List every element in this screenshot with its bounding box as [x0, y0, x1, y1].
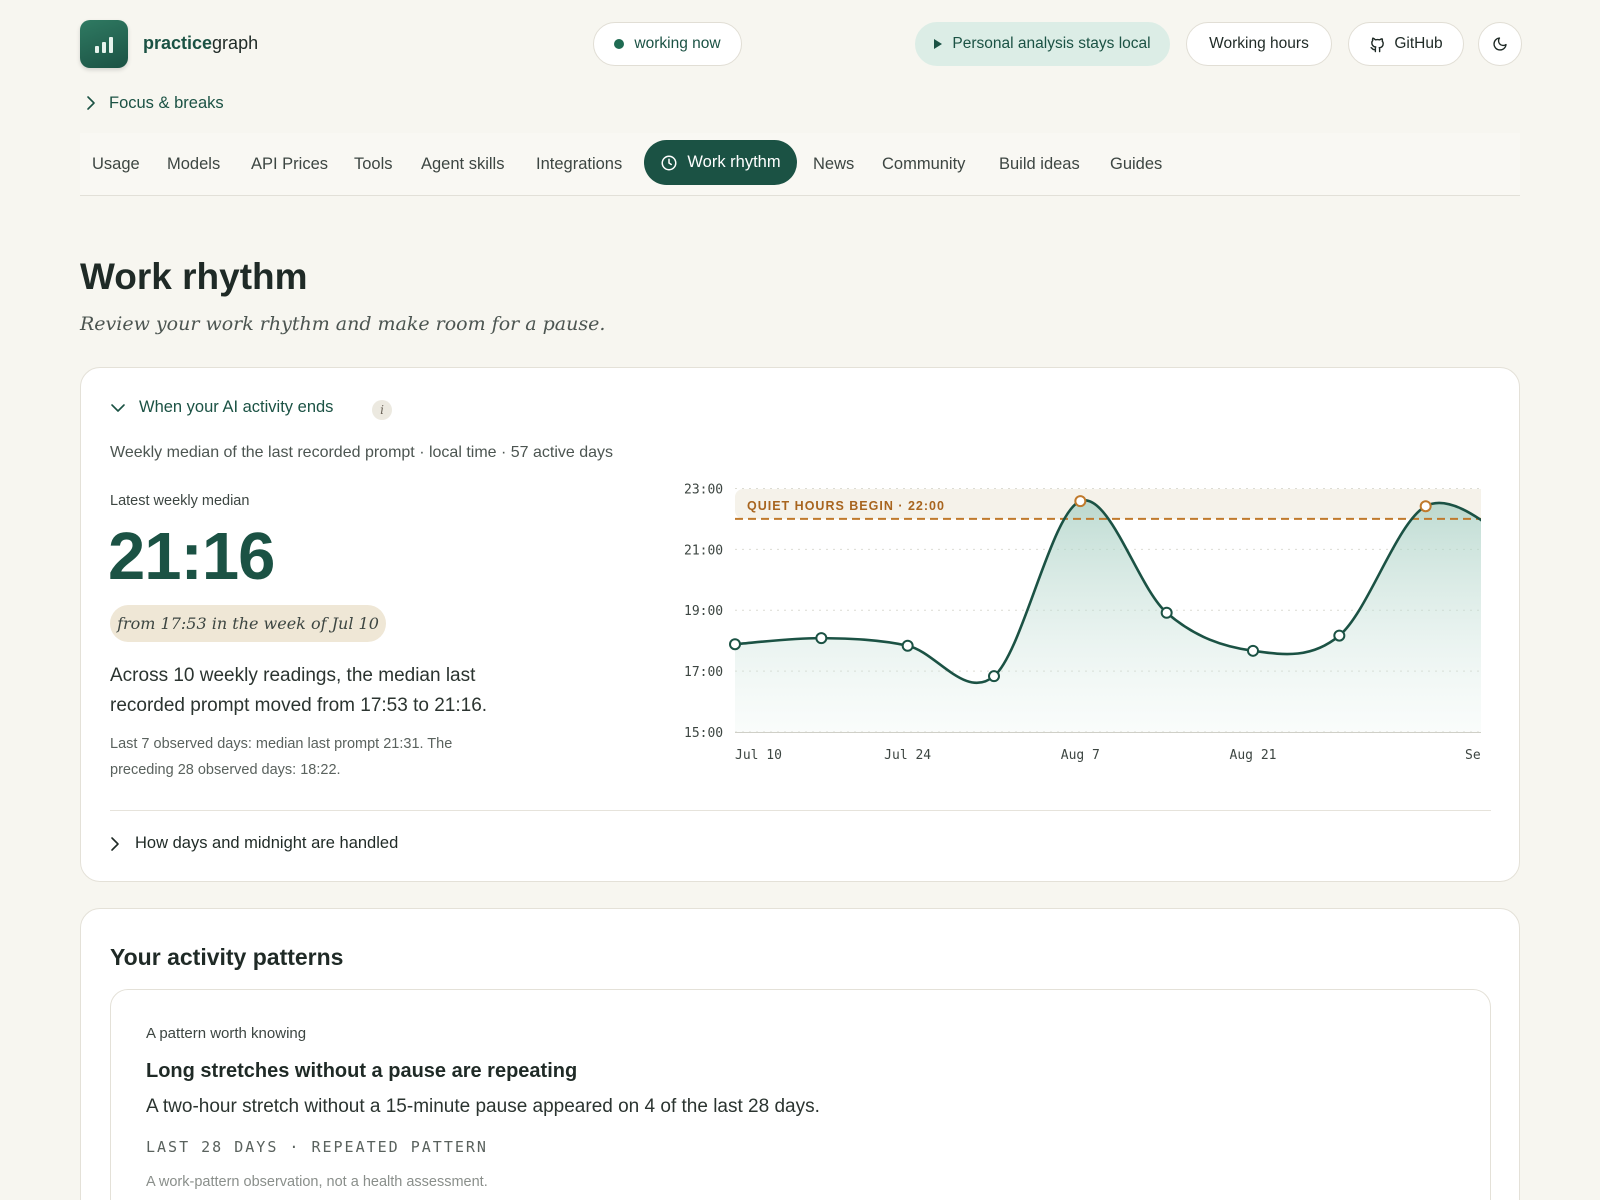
header: practicegraph working now Personal analy… — [80, 20, 1522, 68]
pattern-note: A work-pattern observation, not a health… — [146, 1174, 488, 1190]
github-button[interactable]: GitHub — [1348, 22, 1464, 66]
peak-data-point — [1419, 500, 1432, 513]
tab-integrations[interactable]: Integrations — [536, 155, 622, 174]
local-analysis-label: Personal analysis stays local — [952, 35, 1151, 52]
series-area — [735, 500, 1481, 732]
x-tick-label: Aug 7 — [1061, 748, 1100, 763]
x-tick-label: Jul 24 — [884, 748, 931, 763]
clock-icon — [661, 155, 677, 170]
data-point — [1160, 606, 1173, 619]
card-divider — [110, 810, 1491, 811]
pattern-item: A pattern worth knowing Long stretches w… — [110, 989, 1491, 1200]
pattern-meta: LAST 28 DAYS · REPEATED PATTERN — [146, 1138, 488, 1156]
pattern-heading: Long stretches without a pause are repea… — [146, 1060, 578, 1082]
tab-guides[interactable]: Guides — [1110, 155, 1162, 174]
y-tick-label: 21:00 — [684, 543, 723, 558]
activity-end-card: When your AI activity ends i Weekly medi… — [80, 367, 1520, 882]
main-nav: Usage Models API Prices Tools Agent skil… — [80, 133, 1520, 196]
tab-build-ideas[interactable]: Build ideas — [999, 155, 1080, 174]
activity-end-heading: When your AI activity ends — [139, 398, 334, 416]
data-point — [901, 639, 914, 652]
chevron-right-icon — [87, 96, 95, 110]
quiet-hours-label: QUIET HOURS BEGIN · 22:00 — [747, 499, 945, 513]
data-point — [1247, 644, 1259, 657]
x-tick-label: Jul 10 — [735, 748, 782, 763]
activity-end-chart: 15:00 17:00 19:00 21:00 23:00 QUIET HOURS BEG… — [684, 482, 1481, 763]
moon-icon — [1493, 37, 1507, 51]
y-tick-label: 23:00 — [684, 482, 723, 497]
status-dot-icon — [614, 39, 625, 49]
chevron-down-icon — [111, 403, 125, 412]
working-hours-label: Working hours — [1209, 35, 1309, 52]
status-label: working now — [634, 35, 721, 52]
pattern-body: A two-hour stretch without a 15-minute p… — [146, 1096, 820, 1117]
github-label: GitHub — [1394, 35, 1443, 52]
y-tick-label: 19:00 — [684, 604, 723, 619]
tab-tools[interactable]: Tools — [354, 155, 393, 174]
page-subtitle: Review your work rhythm and make room fo… — [80, 313, 606, 335]
peak-data-point — [1074, 495, 1087, 508]
data-point — [1333, 629, 1346, 642]
activity-end-toggle[interactable]: When your AI activity ends — [110, 398, 333, 417]
info-icon[interactable]: i — [372, 400, 392, 420]
breadcrumb-label: Focus & breaks — [109, 94, 224, 112]
page-title: Work rhythm — [80, 256, 308, 297]
median-summary: Across 10 weekly readings, the median la… — [110, 665, 488, 716]
activity-patterns-card: Your activity patterns A pattern worth k… — [80, 908, 1520, 1200]
github-icon — [1370, 36, 1385, 52]
bar-chart-logo-icon[interactable] — [80, 20, 128, 68]
x-tick-label: Aug 21 — [1230, 748, 1277, 763]
from-comparison-badge: from 17:53 in the week of Jul 10 — [110, 605, 386, 642]
y-tick-label: 17:00 — [684, 665, 723, 680]
data-point — [729, 638, 741, 651]
from-comparison-text: from 17:53 in the week of Jul 10 — [117, 614, 379, 633]
brand-name[interactable]: practicegraph — [143, 33, 258, 54]
latest-median-label: Latest weekly median — [110, 493, 250, 509]
tab-models[interactable]: Models — [167, 155, 220, 174]
tab-community[interactable]: Community — [882, 155, 965, 174]
play-icon — [934, 39, 943, 49]
y-tick-label: 15:00 — [684, 726, 723, 741]
observed-days-detail: Last 7 observed days: median last prompt… — [110, 736, 453, 778]
working-status-badge: working now — [593, 22, 742, 66]
theme-toggle-button[interactable] — [1478, 22, 1522, 66]
data-point — [988, 670, 1000, 683]
tab-api-prices[interactable]: API Prices — [251, 155, 328, 174]
breadcrumb[interactable]: Focus & breaks — [80, 92, 1520, 116]
activity-description: Weekly median of the last recorded promp… — [110, 444, 614, 461]
tab-usage[interactable]: Usage — [92, 155, 140, 174]
days-midnight-expander[interactable]: How days and midnight are handled — [110, 834, 398, 853]
days-midnight-label: How days and midnight are handled — [135, 834, 399, 852]
tab-agent-skills[interactable]: Agent skills — [421, 155, 504, 174]
pattern-kicker: A pattern worth knowing — [146, 1025, 307, 1042]
chevron-right-icon — [111, 836, 119, 851]
tab-work-rhythm-label: Work rhythm — [687, 153, 781, 171]
latest-median-value: 21:16 — [108, 519, 275, 594]
tab-news[interactable]: News — [813, 155, 854, 174]
tab-work-rhythm[interactable]: Work rhythm — [644, 140, 797, 185]
x-tick-label: Sep 11 — [1465, 748, 1481, 763]
data-point — [815, 632, 828, 645]
local-analysis-button[interactable]: Personal analysis stays local — [915, 22, 1170, 66]
working-hours-button[interactable]: Working hours — [1186, 22, 1332, 66]
patterns-title: Your activity patterns — [110, 944, 344, 970]
